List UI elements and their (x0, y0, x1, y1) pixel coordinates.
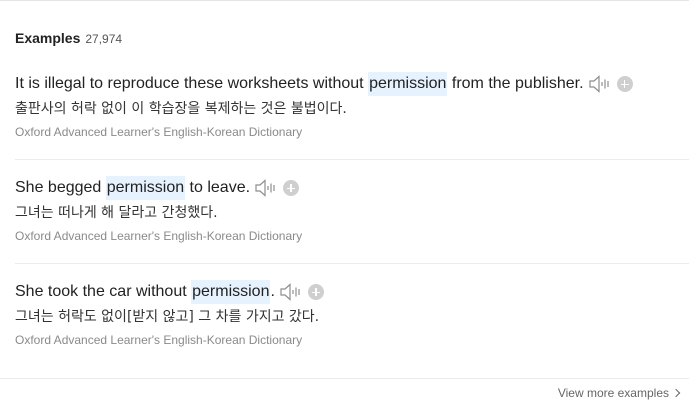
example-english: She begged permission to leave. (15, 176, 689, 200)
example-keyword-highlight: permission (368, 72, 448, 96)
example-keyword-highlight: permission (191, 280, 271, 304)
example-english: It is illegal to reproduce these workshe… (15, 72, 689, 96)
examples-header: Examples 27,974 (15, 30, 122, 46)
example-korean: 그녀는 떠나게 해 달라고 간청했다. (15, 205, 218, 221)
example-english-text: She begged (15, 179, 106, 196)
example-english-text: from the publisher. (447, 75, 584, 92)
example-korean: 그녀는 허락도 없이[받지 않고] 그 차를 가지고 갔다. (15, 309, 320, 325)
top-divider (0, 0, 689, 1)
view-more-label: View more examples (557, 386, 669, 400)
speaker-icon[interactable] (280, 283, 302, 301)
example-item: She took the car without permission. 그녀는… (15, 280, 689, 348)
plus-circle-icon[interactable] (307, 284, 324, 300)
example-english-text: It is illegal to reproduce these workshe… (15, 75, 369, 92)
plus-circle-icon[interactable] (283, 180, 300, 196)
example-keyword-highlight: permission (105, 176, 186, 200)
speaker-icon[interactable] (588, 75, 611, 93)
example-item: It is illegal to reproduce these workshe… (15, 72, 689, 140)
divider (15, 159, 689, 160)
example-source: Oxford Advanced Learner's English-Korean… (15, 333, 303, 347)
plus-circle-icon[interactable] (616, 76, 633, 92)
divider (0, 378, 689, 379)
chevron-right-icon (671, 388, 681, 398)
example-english: She took the car without permission. (15, 280, 689, 304)
example-item: She begged permission to leave. 그녀는 떠나게 … (15, 176, 689, 244)
speaker-icon[interactable] (255, 179, 277, 197)
view-more-examples-link[interactable]: View more examples (557, 386, 681, 400)
divider (15, 263, 689, 264)
example-english-text: to leave. (185, 179, 251, 196)
examples-count: 27,974 (85, 32, 123, 46)
example-source: Oxford Advanced Learner's English-Korean… (15, 229, 303, 243)
examples-title: Examples (15, 30, 81, 46)
example-english-text: She took the car without (15, 283, 192, 300)
example-source: Oxford Advanced Learner's English-Korean… (15, 125, 303, 139)
example-english-text: . (270, 283, 275, 300)
example-korean: 출판사의 허락 없이 이 학습장을 복제하는 것은 불법이다. (15, 101, 347, 117)
